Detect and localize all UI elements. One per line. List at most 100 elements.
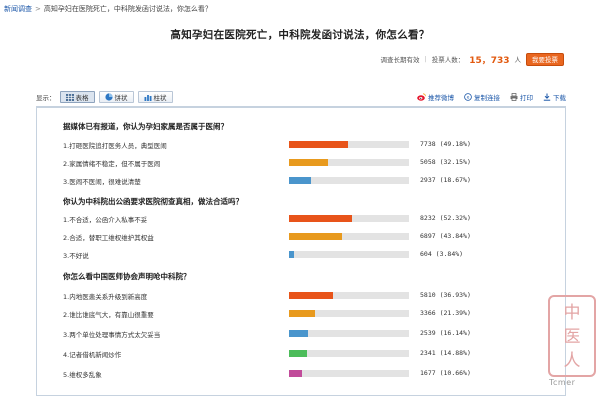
- result-bar-track: [289, 330, 409, 337]
- copy-link-link[interactable]: e 复制连接: [464, 92, 500, 102]
- option-percent: (10.66%): [439, 369, 471, 377]
- download-icon: [543, 93, 551, 101]
- option-label: 3.医闹不医闹，很难说清楚: [63, 178, 141, 186]
- share-weibo-label: 推荐微博: [428, 94, 454, 102]
- option-votes: 6897: [420, 232, 436, 240]
- print-link[interactable]: 打印: [510, 92, 533, 102]
- link-icon: e: [464, 93, 472, 101]
- option-result: 5058 (32.15%): [420, 158, 471, 166]
- view-table-label: 表格: [75, 94, 89, 102]
- survey-status: 调查长期有效: [380, 56, 420, 64]
- result-bar: [289, 350, 307, 357]
- option-percent: (32.15%): [439, 158, 471, 166]
- view-pie-button[interactable]: 饼状: [98, 91, 134, 103]
- result-bar: [289, 215, 352, 222]
- option-label: 1.打砸医院追打医务人员，典型医闹: [63, 142, 167, 150]
- bar-icon: [144, 94, 152, 101]
- view-toolbar: 显示： 表格 饼状 柱状 推荐微博 e 复制连接 打印 下载: [36, 89, 566, 105]
- option-votes: 3366: [420, 309, 436, 317]
- option-label: 1.内地医患关系升级到新高度: [63, 293, 148, 301]
- participants-unit: 人: [514, 56, 522, 64]
- option-result: 1677 (10.66%): [420, 369, 471, 377]
- option-label: 2.合适，替职工维权维护其权益: [63, 234, 154, 242]
- option-label: 2.家属情绪不稳定，但不属于医闹: [63, 160, 161, 168]
- option-votes: 1677: [420, 369, 436, 377]
- result-bar-track: [289, 310, 409, 317]
- option-result: 8232 (52.32%): [420, 214, 471, 222]
- result-bar: [289, 292, 333, 299]
- participants-count: 15，733: [469, 55, 510, 66]
- print-label: 打印: [520, 94, 533, 102]
- option-votes: 604: [420, 250, 432, 258]
- view-bar-button[interactable]: 柱状: [137, 91, 173, 103]
- breadcrumb-home-link[interactable]: 新闻调查: [4, 4, 32, 14]
- survey-stats: 调查长期有效 | 投票人数： 15，733 人 我要投票: [380, 52, 564, 66]
- option-label: 3.不好说: [63, 252, 89, 260]
- view-pie-label: 饼状: [114, 94, 128, 102]
- option-percent: (14.88%): [439, 349, 471, 357]
- option-result: 604 (3.84%): [420, 250, 463, 258]
- option-label: 2.谁比谁底气大，有靠山很重要: [63, 311, 154, 319]
- svg-text:医: 医: [564, 327, 581, 347]
- option-result: 5810 (36.93%): [420, 291, 471, 299]
- question-title: 你认为中科院出公函要求医院彻查真相，做法合适吗？: [63, 197, 243, 206]
- result-bar-track: [289, 350, 409, 357]
- option-votes: 2539: [420, 329, 436, 337]
- vote-button[interactable]: 我要投票: [526, 52, 564, 66]
- display-label: 显示：: [36, 94, 56, 102]
- option-result: 6897 (43.84%): [420, 232, 471, 240]
- result-bar-track: [289, 177, 409, 184]
- svg-text:e: e: [467, 96, 470, 101]
- result-bar: [289, 370, 302, 377]
- results-panel: 据媒体已有报道，你认为孕妇家属是否属于医闹？ 1.打砸医院追打医务人员，典型医闹…: [36, 106, 566, 396]
- option-percent: (43.84%): [439, 232, 471, 240]
- question-title: 你怎么看中国医师协会声明呛中科院？: [63, 272, 191, 281]
- result-bar: [289, 159, 328, 166]
- option-result: 7738 (49.18%): [420, 140, 471, 148]
- view-bar-label: 柱状: [153, 94, 167, 102]
- view-table-button[interactable]: 表格: [59, 91, 95, 103]
- weibo-icon: [417, 93, 426, 101]
- option-result: 2937 (18.67%): [420, 176, 471, 184]
- breadcrumb: 新闻调查 > 高知孕妇在医院死亡，中科院发函讨说法，你怎么看？: [4, 3, 212, 15]
- result-bar: [289, 233, 342, 240]
- result-bar: [289, 330, 308, 337]
- option-result: 2539 (16.14%): [420, 329, 471, 337]
- option-percent: (18.67%): [439, 176, 471, 184]
- option-percent: (49.18%): [439, 140, 471, 148]
- result-bar-track: [289, 233, 409, 240]
- option-votes: 2937: [420, 176, 436, 184]
- result-bar-track: [289, 292, 409, 299]
- result-bar: [289, 141, 348, 148]
- print-icon: [510, 93, 518, 101]
- option-votes: 7738: [420, 140, 436, 148]
- option-percent: (3.84%): [435, 250, 464, 258]
- question-title: 据媒体已有报道，你认为孕妇家属是否属于医闹？: [63, 122, 228, 131]
- result-bar: [289, 177, 311, 184]
- option-label: 5.维权多乱象: [63, 371, 102, 379]
- table-icon: [65, 93, 74, 101]
- result-bar: [289, 251, 294, 258]
- svg-text:中: 中: [564, 303, 581, 323]
- option-result: 2341 (14.88%): [420, 349, 471, 357]
- option-votes: 2341: [420, 349, 436, 357]
- result-bar-track: [289, 370, 409, 377]
- option-label: 3.两个单位处理事情方式太欠妥当: [63, 331, 161, 339]
- share-weibo-link[interactable]: 推荐微博: [417, 92, 454, 102]
- result-bar-track: [289, 159, 409, 166]
- download-link[interactable]: 下载: [543, 92, 566, 102]
- participants-label: 投票人数：: [431, 56, 465, 64]
- svg-text:人: 人: [564, 351, 581, 371]
- option-percent: (36.93%): [439, 291, 471, 299]
- download-label: 下载: [553, 94, 566, 102]
- option-percent: (16.14%): [439, 329, 471, 337]
- breadcrumb-separator: >: [35, 5, 41, 13]
- option-label: 4.记者借机新闻炒作: [63, 351, 122, 359]
- option-votes: 5058: [420, 158, 436, 166]
- survey-title: 高知孕妇在医院死亡，中科院发函讨说法，你怎么看？: [170, 29, 430, 41]
- option-result: 3366 (21.39%): [420, 309, 471, 317]
- option-votes: 8232: [420, 214, 436, 222]
- result-bar-track: [289, 141, 409, 148]
- option-votes: 5810: [420, 291, 436, 299]
- result-bar-track: [289, 215, 409, 222]
